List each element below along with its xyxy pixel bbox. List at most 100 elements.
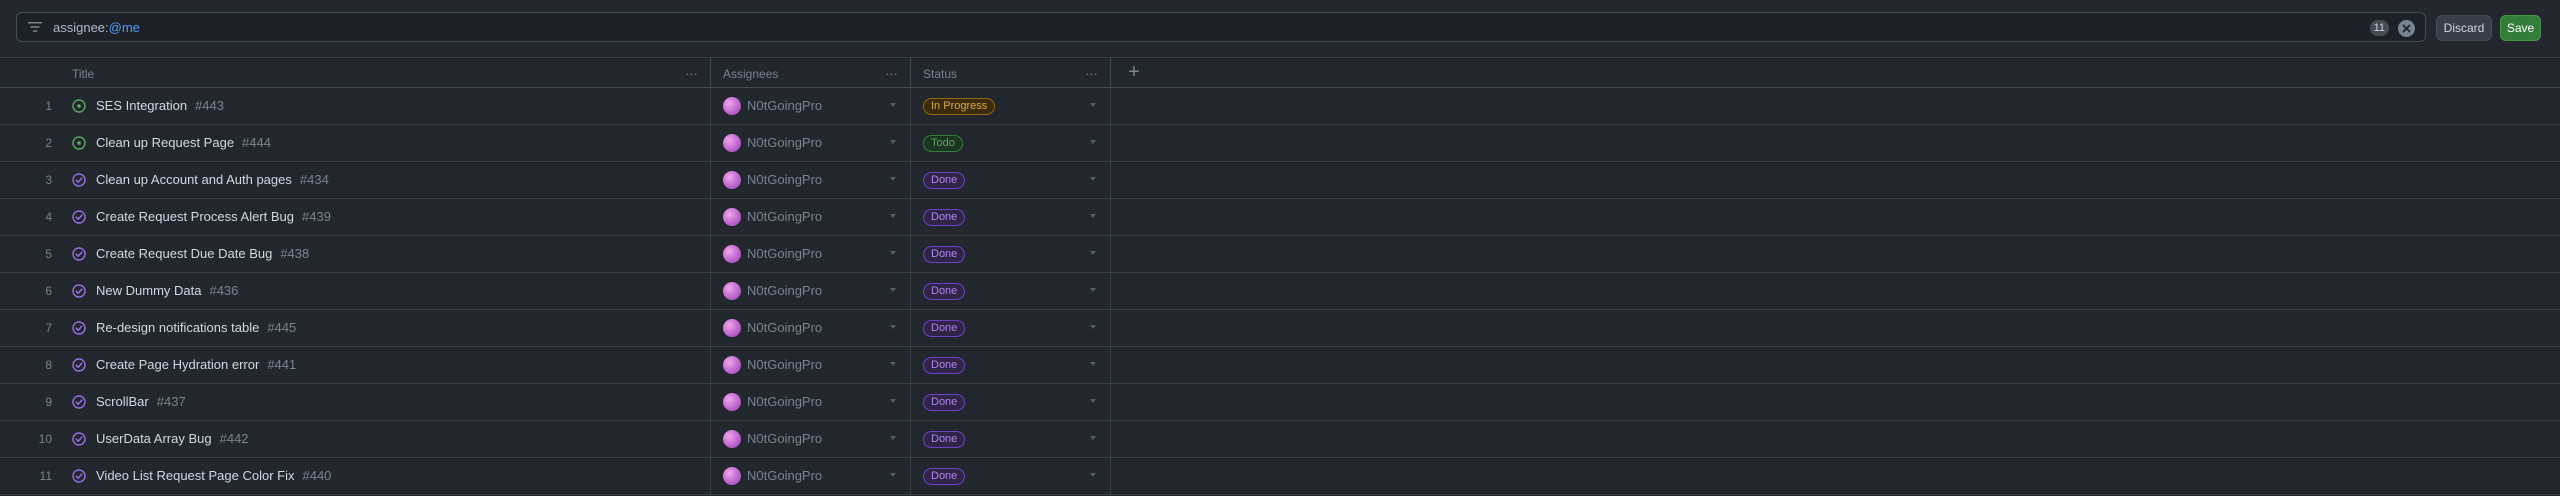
assignee-dropdown-icon[interactable] xyxy=(890,177,896,181)
item-title-link[interactable]: Video List Request Page Color Fix #440 xyxy=(96,468,331,483)
cell-assignees[interactable]: N0tGoingPro xyxy=(711,458,911,494)
assignee-dropdown-icon[interactable] xyxy=(890,288,896,292)
cell-status[interactable]: Done xyxy=(911,458,1111,494)
item-title-text: Create Request Process Alert Bug xyxy=(96,209,294,224)
status-dropdown-icon[interactable] xyxy=(1090,103,1096,107)
item-title-link[interactable]: SES Integration #443 xyxy=(96,98,224,113)
table-row[interactable]: 2 Clean up Request Page #444 N0tGoingPro Tod… xyxy=(0,125,2560,162)
cell-status[interactable]: Done xyxy=(911,421,1111,457)
cell-assignees[interactable]: N0tGoingPro xyxy=(711,421,911,457)
item-title-link[interactable]: Re-design notifications table #445 xyxy=(96,320,296,335)
cell-status[interactable]: Done xyxy=(911,236,1111,272)
add-column-icon[interactable]: + xyxy=(1120,61,1148,85)
assignee-name: N0tGoingPro xyxy=(747,431,823,446)
status-dropdown-icon[interactable] xyxy=(1090,325,1096,329)
item-title-link[interactable]: Create Page Hydration error #441 xyxy=(96,357,296,372)
cell-title[interactable]: 10 UserData Array Bug #442 xyxy=(0,421,711,457)
assignee-dropdown-icon[interactable] xyxy=(890,325,896,329)
cell-status[interactable]: Todo xyxy=(911,125,1111,161)
status-dropdown-icon[interactable] xyxy=(1090,288,1096,292)
status-dropdown-icon[interactable] xyxy=(1090,214,1096,218)
issue-closed-icon xyxy=(72,173,86,187)
item-title-link[interactable]: ScrollBar #437 xyxy=(96,394,186,409)
filter-bar[interactable]: assignee:@me 11 xyxy=(16,12,2426,42)
table-row[interactable]: 4 Create Request Process Alert Bug #439 N0t… xyxy=(0,199,2560,236)
cell-status[interactable]: Done xyxy=(911,310,1111,346)
cell-title[interactable]: 4 Create Request Process Alert Bug #439 xyxy=(0,199,711,235)
discard-button[interactable]: Discard xyxy=(2436,15,2492,41)
status-dropdown-icon[interactable] xyxy=(1090,140,1096,144)
assignee-dropdown-icon[interactable] xyxy=(890,214,896,218)
cell-status[interactable]: Done xyxy=(911,347,1111,383)
column-header-assignees[interactable]: Assignees ··· xyxy=(711,58,911,88)
cell-title[interactable]: 2 Clean up Request Page #444 xyxy=(0,125,711,161)
cell-assignees[interactable]: N0tGoingPro xyxy=(711,310,911,346)
table-row[interactable]: 7 Re-design notifications table #445 N0tGoi… xyxy=(0,310,2560,347)
assignee-dropdown-icon[interactable] xyxy=(890,473,896,477)
column-header-status[interactable]: Status ··· xyxy=(911,58,1111,88)
cell-status[interactable]: Done xyxy=(911,273,1111,309)
cell-assignees[interactable]: N0tGoingPro xyxy=(711,88,911,124)
column-status-menu-icon[interactable]: ··· xyxy=(1085,66,1098,81)
status-dropdown-icon[interactable] xyxy=(1090,362,1096,366)
item-title-link[interactable]: Create Request Process Alert Bug #439 xyxy=(96,209,331,224)
status-dropdown-icon[interactable] xyxy=(1090,399,1096,403)
assignee-dropdown-icon[interactable] xyxy=(890,362,896,366)
assignee-dropdown-icon[interactable] xyxy=(890,140,896,144)
status-dropdown-icon[interactable] xyxy=(1090,436,1096,440)
cell-title[interactable]: 3 Clean up Account and Auth pages #434 xyxy=(0,162,711,198)
assignee-name: N0tGoingPro xyxy=(747,246,823,261)
cell-title[interactable]: 8 Create Page Hydration error #441 xyxy=(0,347,711,383)
cell-assignees[interactable]: N0tGoingPro xyxy=(711,273,911,309)
item-title-link[interactable]: UserData Array Bug #442 xyxy=(96,431,249,446)
row-number: 7 xyxy=(45,321,52,335)
cell-assignees[interactable]: N0tGoingPro xyxy=(711,347,911,383)
issue-opened-icon xyxy=(72,136,86,150)
avatar xyxy=(723,245,741,263)
table-row[interactable]: 10 UserData Array Bug #442 N0tGoingPro Done xyxy=(0,421,2560,458)
filter-query[interactable]: assignee:@me xyxy=(53,20,140,35)
item-title-link[interactable]: Clean up Request Page #444 xyxy=(96,135,271,150)
item-title-link[interactable]: Create Request Due Date Bug #438 xyxy=(96,246,309,261)
column-header-title[interactable]: Title ··· xyxy=(0,58,711,88)
item-title-link[interactable]: New Dummy Data #436 xyxy=(96,283,238,298)
cell-title[interactable]: 9 ScrollBar #437 xyxy=(0,384,711,420)
cell-assignees[interactable]: N0tGoingPro xyxy=(711,384,911,420)
item-number: #436 xyxy=(209,283,239,298)
clear-filter-icon[interactable] xyxy=(2398,20,2415,37)
assignee-dropdown-icon[interactable] xyxy=(890,399,896,403)
table-row[interactable]: 1 SES Integration #443 N0tGoingPro In Progre… xyxy=(0,88,2560,125)
cell-title[interactable]: 1 SES Integration #443 xyxy=(0,88,711,124)
cell-status[interactable]: Done xyxy=(911,199,1111,235)
avatar xyxy=(723,171,741,189)
assignee-dropdown-icon[interactable] xyxy=(890,103,896,107)
cell-title[interactable]: 5 Create Request Due Date Bug #438 xyxy=(0,236,711,272)
table-row[interactable]: 6 New Dummy Data #436 N0tGoingPro Done xyxy=(0,273,2560,310)
cell-status[interactable]: In Progress xyxy=(911,88,1111,124)
status-dropdown-icon[interactable] xyxy=(1090,177,1096,181)
table-row[interactable]: 5 Create Request Due Date Bug #438 N0tGoing… xyxy=(0,236,2560,273)
assignee-dropdown-icon[interactable] xyxy=(890,436,896,440)
cell-title[interactable]: 7 Re-design notifications table #445 xyxy=(0,310,711,346)
assignee-dropdown-icon[interactable] xyxy=(890,251,896,255)
cell-status[interactable]: Done xyxy=(911,162,1111,198)
cell-status[interactable]: Done xyxy=(911,384,1111,420)
row-number: 8 xyxy=(45,358,52,372)
cell-title[interactable]: 11 Video List Request Page Color Fix #440 xyxy=(0,458,711,494)
table-row[interactable]: 8 Create Page Hydration error #441 N0tGoing… xyxy=(0,347,2560,384)
table-row[interactable]: 3 Clean up Account and Auth pages #434 N0tG… xyxy=(0,162,2560,199)
cell-title[interactable]: 6 New Dummy Data #436 xyxy=(0,273,711,309)
cell-assignees[interactable]: N0tGoingPro xyxy=(711,199,911,235)
status-dropdown-icon[interactable] xyxy=(1090,473,1096,477)
status-dropdown-icon[interactable] xyxy=(1090,251,1096,255)
table-row[interactable]: 9 ScrollBar #437 N0tGoingPro Done xyxy=(0,384,2560,421)
item-title-link[interactable]: Clean up Account and Auth pages #434 xyxy=(96,172,329,187)
cell-assignees[interactable]: N0tGoingPro xyxy=(711,236,911,272)
save-button[interactable]: Save xyxy=(2500,15,2541,41)
cell-assignees[interactable]: N0tGoingPro xyxy=(711,162,911,198)
cell-assignees[interactable]: N0tGoingPro xyxy=(711,125,911,161)
column-title-menu-icon[interactable]: ··· xyxy=(685,66,698,81)
table-row[interactable]: 11 Video List Request Page Color Fix #440 N… xyxy=(0,458,2560,495)
column-assignees-menu-icon[interactable]: ··· xyxy=(885,66,898,81)
status-badge: Done xyxy=(923,468,966,485)
